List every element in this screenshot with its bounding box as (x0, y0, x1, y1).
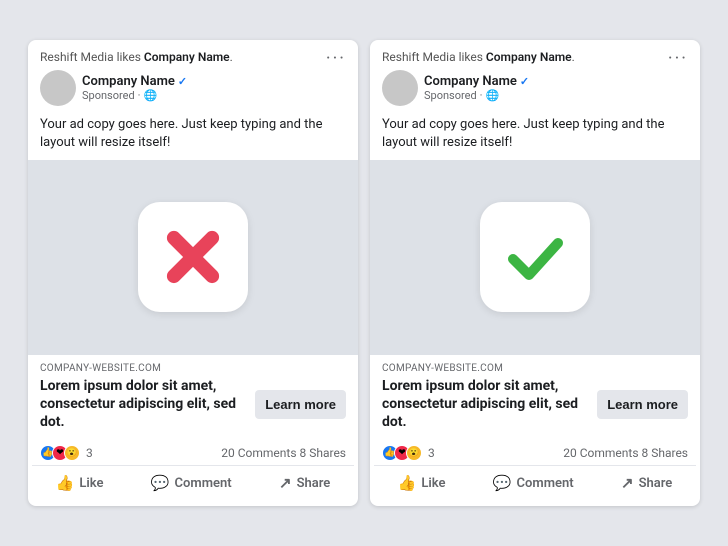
share-button[interactable]: ↗ Share (607, 468, 686, 498)
verified-icon: ✓ (520, 75, 529, 88)
card-footer-info: COMPANY-WEBSITE.COM Lorem ipsum dolor sit… (28, 355, 358, 440)
ad-body-text: Your ad copy goes here. Just keep typing… (370, 112, 700, 160)
ad-body-text: Your ad copy goes here. Just keep typing… (28, 112, 358, 160)
card-left: Reshift Media likes Company Name. Company… (28, 40, 358, 507)
comment-button[interactable]: 💬 Comment (137, 468, 246, 498)
share-label: Share (639, 476, 673, 491)
ad-image-area (28, 160, 358, 355)
reactions-count: 3 (428, 446, 435, 460)
action-row: 👍 Like 💬 Comment ↗ Share (374, 465, 696, 506)
learn-more-button[interactable]: Learn more (255, 390, 346, 419)
icon-card (480, 202, 590, 312)
comment-label: Comment (517, 476, 574, 491)
check-icon (503, 225, 568, 290)
more-options-button[interactable]: ··· (326, 50, 346, 68)
header-meta: Company Name ✓Sponsored · 🌐 (382, 70, 668, 106)
avatar (40, 70, 76, 106)
action-row: 👍 Like 💬 Comment ↗ Share (32, 465, 354, 506)
avatar (382, 70, 418, 106)
ad-image-area (370, 160, 700, 355)
comment-label: Comment (175, 476, 232, 491)
reaction-emoji: 😮 (406, 445, 422, 461)
comments-shares-count: 20 Comments 8 Shares (221, 446, 346, 460)
card-header: Reshift Media likes Company Name. Company… (28, 40, 358, 112)
share-button[interactable]: ↗ Share (265, 468, 344, 498)
sponsored-row: Sponsored · 🌐 (82, 89, 187, 102)
comment-icon: 💬 (493, 474, 512, 492)
card-footer-info: COMPANY-WEBSITE.COM Lorem ipsum dolor sit… (370, 355, 700, 440)
like-icon: 👍 (56, 474, 75, 492)
globe-icon: 🌐 (486, 89, 500, 102)
company-name: Company Name ✓ (82, 74, 187, 89)
lorem-text: Lorem ipsum dolor sit amet, consectetur … (382, 377, 589, 432)
cross-icon (162, 226, 224, 288)
sponsored-label: Sponsored (82, 89, 135, 102)
comment-icon: 💬 (151, 474, 170, 492)
like-icon: 👍 (398, 474, 417, 492)
page-container: Reshift Media likes Company Name. Company… (0, 20, 728, 527)
header-top-text: Reshift Media likes Company Name. (40, 50, 326, 64)
like-button[interactable]: 👍 Like (42, 468, 118, 498)
website-url: COMPANY-WEBSITE.COM (382, 363, 688, 374)
company-name: Company Name ✓ (424, 74, 529, 89)
like-label: Like (79, 476, 103, 491)
reactions-row: 👍❤😮 3 20 Comments 8 Shares (370, 439, 700, 465)
sponsored-row: Sponsored · 🌐 (424, 89, 529, 102)
sponsored-label: Sponsored (424, 89, 477, 102)
like-label: Like (421, 476, 445, 491)
like-button[interactable]: 👍 Like (384, 468, 460, 498)
reaction-emoji: 😮 (64, 445, 80, 461)
lorem-text: Lorem ipsum dolor sit amet, consectetur … (40, 377, 247, 432)
comments-shares-count: 20 Comments 8 Shares (563, 446, 688, 460)
emoji-circles: 👍❤😮 (40, 445, 80, 461)
header-meta: Company Name ✓Sponsored · 🌐 (40, 70, 326, 106)
reactions-count: 3 (86, 446, 93, 460)
more-options-button[interactable]: ··· (668, 50, 688, 68)
globe-icon: 🌐 (144, 89, 158, 102)
share-icon: ↗ (279, 474, 292, 492)
verified-icon: ✓ (178, 75, 187, 88)
card-right: Reshift Media likes Company Name. Company… (370, 40, 700, 507)
learn-more-button[interactable]: Learn more (597, 390, 688, 419)
card-header: Reshift Media likes Company Name. Company… (370, 40, 700, 112)
icon-card (138, 202, 248, 312)
share-icon: ↗ (621, 474, 634, 492)
comment-button[interactable]: 💬 Comment (479, 468, 588, 498)
header-top-text: Reshift Media likes Company Name. (382, 50, 668, 64)
emoji-circles: 👍❤😮 (382, 445, 422, 461)
share-label: Share (297, 476, 331, 491)
reactions-row: 👍❤😮 3 20 Comments 8 Shares (28, 439, 358, 465)
website-url: COMPANY-WEBSITE.COM (40, 363, 346, 374)
